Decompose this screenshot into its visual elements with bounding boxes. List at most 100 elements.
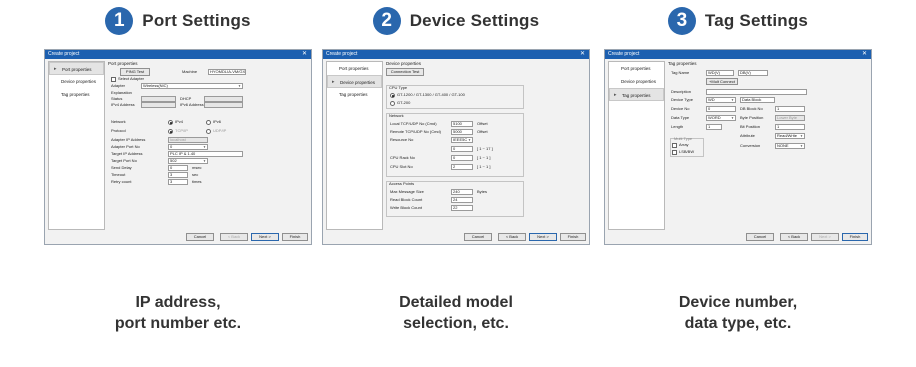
chevron-down-icon: ▼ <box>731 98 734 102</box>
data-type-value: WORD <box>708 115 721 120</box>
next-button[interactable]: Next > <box>251 233 279 241</box>
machine-field[interactable]: HYOMDLIA-VM/GX <box>208 69 246 75</box>
tcp-radio[interactable] <box>168 129 173 134</box>
retry-field[interactable]: 3 <box>168 179 188 185</box>
nav-item-port[interactable]: Port properties <box>609 62 664 75</box>
range-field[interactable]: 0 <box>451 146 473 152</box>
tcp-radio-label: TCP/IP <box>175 128 188 133</box>
back-button[interactable]: < Back <box>780 233 808 241</box>
select-adapter-checkbox[interactable] <box>111 77 116 82</box>
ipv4-radio[interactable] <box>168 120 173 125</box>
cpu-rack-field[interactable]: 0 <box>451 155 473 161</box>
adapter-select[interactable]: Wireless(NIC) ▼ <box>141 83 243 89</box>
finish-button[interactable]: Finish <box>282 233 308 241</box>
step-header: 3 Tag Settings <box>604 6 872 36</box>
back-button[interactable]: < Back <box>220 233 248 241</box>
max-message-unit: Bytes <box>477 189 488 194</box>
ipv4-address-field <box>141 102 176 108</box>
cpu-option2-label: GT-200 <box>397 100 411 105</box>
wizard-footer: Cancel < Back Next > Finish <box>45 233 311 242</box>
cancel-button[interactable]: Cancel <box>186 233 214 241</box>
target-ip-field[interactable]: PLC IP & 1.40 <box>168 151 243 157</box>
finish-button[interactable]: Finish <box>842 233 868 241</box>
tag-name-field[interactable]: WD(V) <box>706 70 734 76</box>
device-type-select[interactable]: WD ▼ <box>706 97 736 103</box>
adapter-port-label: Adapter Port No <box>111 144 140 149</box>
step-title: Tag Settings <box>704 11 809 30</box>
next-button[interactable]: Next > <box>811 233 839 241</box>
nav-item-port[interactable]: Port properties <box>327 62 382 75</box>
cancel-button[interactable]: Cancel <box>464 233 492 241</box>
machine-label: Machine <box>182 69 198 74</box>
window-title: Create project <box>608 51 640 57</box>
send-delay-field[interactable]: 0 <box>168 165 188 171</box>
nav-item-device[interactable]: Device properties <box>327 75 382 89</box>
read-block-field[interactable]: 24 <box>451 197 473 203</box>
nav-item-tag[interactable]: Tag properties <box>49 88 104 101</box>
length-field[interactable]: 1 <box>706 124 722 130</box>
port-properties-content: Port properties PING Test Machine HYOMDL… <box>108 61 308 230</box>
back-button[interactable]: < Back <box>498 233 526 241</box>
window-title: Create project <box>48 51 80 57</box>
next-button[interactable]: Next > <box>529 233 557 241</box>
write-block-field[interactable]: 22 <box>451 205 473 211</box>
conversion-select[interactable]: NONE ▼ <box>775 143 805 149</box>
remote-port-field[interactable]: 5000 <box>451 129 473 135</box>
resource-select[interactable]: IEEE5C ▼ <box>451 137 473 143</box>
ping-test-button[interactable]: PING Test <box>120 68 150 76</box>
description-field[interactable] <box>706 89 807 95</box>
window-titlebar: Create project ✕ <box>605 50 871 59</box>
nav-item-port[interactable]: Port properties <box>49 62 104 76</box>
connection-test-button[interactable]: Connection Test <box>386 68 424 76</box>
retry-label: Retry count <box>111 179 132 184</box>
cpu-slot-field[interactable]: 2 <box>451 164 473 170</box>
nav-item-tag[interactable]: Tag properties <box>609 88 664 102</box>
nav-item-tag[interactable]: Tag properties <box>327 88 382 101</box>
adapter-port-field[interactable]: 0 ▼ <box>168 144 208 150</box>
attribute-select[interactable]: Read/Write ▼ <box>775 133 805 139</box>
nav-item-device[interactable]: Device properties <box>49 75 104 88</box>
lsb-checkbox[interactable] <box>672 150 677 155</box>
conversion-label: Conversion <box>740 143 761 148</box>
chevron-down-icon: ▼ <box>203 145 206 149</box>
cpu-type-label: CPU Type <box>389 85 408 90</box>
attribute-value: Read/Write <box>777 133 797 138</box>
cpu-option1-radio[interactable] <box>390 93 395 98</box>
caption-line: Detailed model <box>399 294 513 311</box>
ipv6-radio[interactable] <box>206 120 211 125</box>
max-message-label: Max Message Size <box>390 189 424 194</box>
attribute-label: Attribute <box>740 133 755 138</box>
udp-radio[interactable] <box>206 129 211 134</box>
device-type-sub[interactable]: Data Block <box>740 97 775 103</box>
adapter-label: Adapter <box>111 83 126 88</box>
max-message-field[interactable]: 240 <box>451 189 473 195</box>
timeout-label: Timeout <box>111 172 126 177</box>
device-no-label: Device No <box>671 106 690 111</box>
data-type-select[interactable]: WORD ▼ <box>706 115 736 121</box>
close-icon[interactable]: ✕ <box>302 50 311 59</box>
close-icon[interactable]: ✕ <box>580 50 589 59</box>
description-label: Description <box>671 89 692 94</box>
step-number-badge: 2 <box>372 7 401 35</box>
local-port-field[interactable]: 5100 <box>451 121 473 127</box>
wizard-nav: Port properties Device properties Tag pr… <box>326 61 383 230</box>
resource-label: Resource No <box>390 137 414 142</box>
tag-name-field-2[interactable]: DB(V) <box>738 70 768 76</box>
db-block-field[interactable]: 1 <box>775 106 805 112</box>
bit-position-field[interactable]: 1 <box>775 124 805 130</box>
section-heading: Port properties <box>108 61 138 66</box>
array-checkbox[interactable] <box>672 143 677 148</box>
byte-position-select[interactable]: Lower Byte <box>775 115 805 121</box>
adapter-ip-field[interactable]: localhost <box>168 137 208 143</box>
device-no-field[interactable]: 0 <box>706 106 736 112</box>
cancel-button[interactable]: Cancel <box>746 233 774 241</box>
step-title: Port Settings <box>142 11 251 30</box>
ipv4-radio-label: IPv4 <box>175 119 184 124</box>
cpu-option2-radio[interactable] <box>390 101 395 106</box>
timeout-field[interactable]: 3 <box>168 172 188 178</box>
target-port-field[interactable]: 502 ▼ <box>168 158 208 164</box>
finish-button[interactable]: Finish <box>560 233 586 241</box>
multi-connect-button[interactable]: +Mult Connect <box>706 78 738 85</box>
nav-item-device[interactable]: Device properties <box>609 75 664 88</box>
close-icon[interactable]: ✕ <box>862 50 871 59</box>
